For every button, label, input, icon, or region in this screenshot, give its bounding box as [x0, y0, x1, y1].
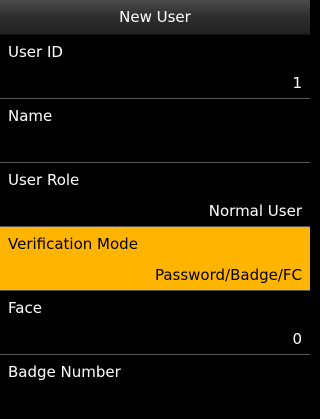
user-form-list: User ID 1 Name User Role Normal User Ver…: [0, 35, 310, 419]
field-face[interactable]: Face 0: [0, 291, 310, 355]
field-label: Name: [8, 107, 53, 125]
field-value: Normal User: [208, 202, 302, 220]
field-value: 1: [292, 74, 302, 92]
field-user-role[interactable]: User Role Normal User: [0, 163, 310, 227]
device-screen: New User User ID 1 Name User Role Normal…: [0, 0, 310, 418]
field-value: 0: [292, 330, 302, 348]
field-user-id[interactable]: User ID 1: [0, 35, 310, 99]
field-badge-number[interactable]: Badge Number: [0, 355, 310, 419]
field-value: Password/Badge/FC: [154, 266, 302, 284]
field-label: Face: [8, 299, 42, 317]
field-label: User ID: [8, 43, 63, 61]
field-label: User Role: [8, 171, 80, 189]
field-label: Badge Number: [8, 363, 121, 381]
field-verification-mode[interactable]: Verification Mode Password/Badge/FC: [0, 227, 310, 291]
field-name[interactable]: Name: [0, 99, 310, 163]
field-label: Verification Mode: [8, 235, 138, 253]
page-title: New User: [0, 0, 310, 35]
